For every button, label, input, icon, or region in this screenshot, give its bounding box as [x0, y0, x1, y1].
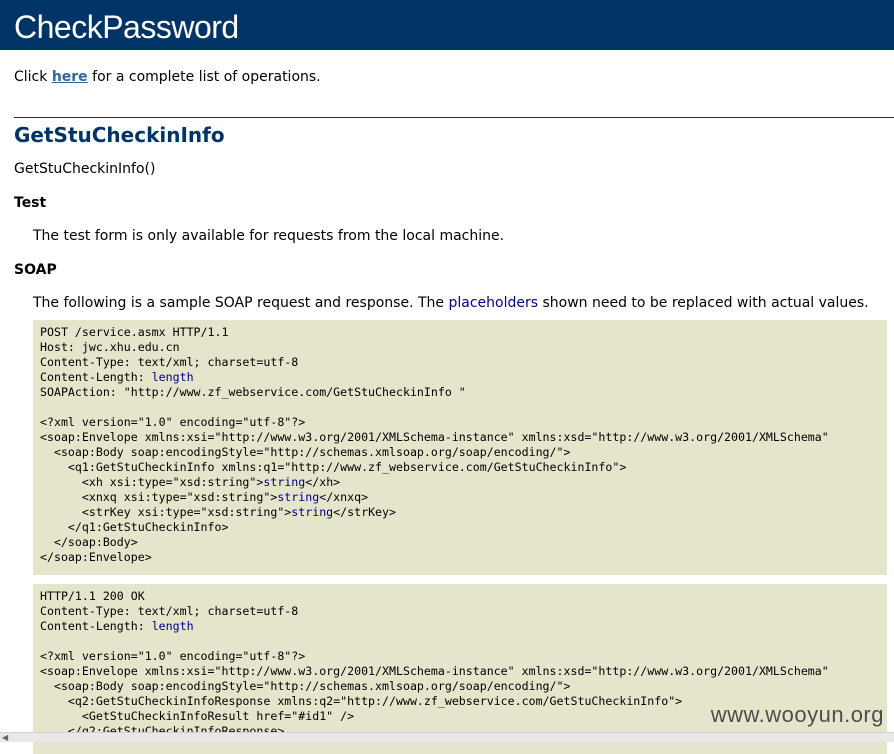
operations-intro: Click here for a complete list of operat…	[14, 69, 894, 85]
request-line: </soap:Envelope>	[40, 550, 152, 564]
intro-prefix: Click	[14, 69, 52, 85]
request-line: <soap:Envelope xmlns:xsi="http://www.w3.…	[40, 430, 829, 444]
scroll-left-arrow-icon[interactable]: ◀	[2, 733, 8, 742]
header-divider	[14, 117, 894, 118]
request-line: <xh xsi:type="xsd:string">string</xh>	[40, 475, 340, 489]
test-notice: The test form is only available for requ…	[33, 228, 505, 244]
service-title: CheckPassword	[14, 9, 239, 45]
request-line: Host: jwc.xhu.edu.cn	[40, 340, 180, 354]
placeholder-value: string	[277, 490, 320, 504]
response-line: HTTP/1.1 200 OK	[40, 589, 145, 603]
code-text: Host: jwc.xhu.edu.cn	[40, 340, 180, 354]
code-text: <q1:GetStuCheckinInfo xmlns:q1="http://w…	[40, 460, 627, 474]
response-line: Content-Type: text/xml; charset=utf-8	[40, 604, 298, 618]
code-text: </xnxq>	[319, 490, 369, 504]
code-text: <soap:Envelope xmlns:xsi="http://www.w3.…	[40, 664, 829, 678]
watermark: www.wooyun.org	[710, 702, 884, 727]
soap-description: The following is a sample SOAP request a…	[33, 295, 894, 311]
code-text: Content-Length:	[40, 370, 152, 384]
soap-response-sample: HTTP/1.1 200 OK Content-Type: text/xml; …	[33, 584, 887, 754]
request-line: POST /service.asmx HTTP/1.1	[40, 325, 228, 339]
horizontal-scrollbar[interactable]: ◀	[0, 732, 894, 742]
code-text: </xh>	[305, 475, 341, 489]
code-text: </soap:Envelope>	[40, 550, 152, 564]
code-text: <xh xsi:type="xsd:string">	[40, 475, 264, 489]
placeholders-term: placeholders	[448, 295, 539, 311]
soap-request-sample: POST /service.asmx HTTP/1.1 Host: jwc.xh…	[33, 320, 887, 575]
code-text: </strKey>	[333, 505, 396, 519]
response-line: Content-Length: length	[40, 619, 194, 633]
placeholder-value: length	[151, 370, 194, 384]
request-line: Content-Type: text/xml; charset=utf-8	[40, 355, 298, 369]
page-header: CheckPassword	[0, 0, 894, 50]
request-line: <xnxq xsi:type="xsd:string">string</xnxq…	[40, 490, 368, 504]
code-text: Content-Type: text/xml; charset=utf-8	[40, 604, 299, 618]
code-text: SOAPAction: "http://www.zf_webservice.co…	[40, 385, 466, 399]
operation-signature: GetStuCheckinInfo()	[14, 161, 156, 177]
request-line: <soap:Body soap:encodingStyle="http://sc…	[40, 445, 571, 459]
request-line: </q1:GetStuCheckinInfo>	[40, 520, 229, 534]
code-text: Content-Length:	[40, 619, 152, 633]
code-text: <strKey xsi:type="xsd:string">	[40, 505, 292, 519]
placeholder-value: length	[151, 619, 194, 633]
code-text: <GetStuCheckinInfoResult href="#id1" />	[40, 709, 355, 723]
request-line: Content-Length: length	[40, 370, 194, 384]
code-text: <soap:Envelope xmlns:xsi="http://www.w3.…	[40, 430, 829, 444]
code-text: <soap:Body soap:encodingStyle="http://sc…	[40, 445, 571, 459]
code-text: </soap:Body>	[40, 535, 138, 549]
main-content: Click here for a complete list of operat…	[0, 69, 894, 754]
code-text: Content-Type: text/xml; charset=utf-8	[40, 355, 299, 369]
code-text: </q1:GetStuCheckinInfo>	[40, 520, 229, 534]
response-line: <soap:Envelope xmlns:xsi="http://www.w3.…	[40, 664, 829, 678]
placeholder-value: string	[263, 475, 306, 489]
response-line: <?xml version="1.0" encoding="utf-8"?>	[40, 649, 305, 663]
operations-list-link[interactable]: here	[52, 69, 88, 85]
request-line: <q1:GetStuCheckinInfo xmlns:q1="http://w…	[40, 460, 626, 474]
request-line: SOAPAction: "http://www.zf_webservice.co…	[40, 385, 466, 399]
code-text: <?xml version="1.0" encoding="utf-8"?>	[40, 649, 306, 663]
placeholder-value: string	[291, 505, 334, 519]
code-text: POST /service.asmx HTTP/1.1	[40, 325, 229, 339]
response-line: <q2:GetStuCheckinInfoResponse xmlns:q2="…	[40, 694, 682, 708]
request-line: </soap:Body>	[40, 535, 138, 549]
intro-suffix: for a complete list of operations.	[87, 69, 321, 85]
code-text: HTTP/1.1 200 OK	[40, 589, 145, 603]
code-text: <soap:Body soap:encodingStyle="http://sc…	[40, 679, 571, 693]
operation-title: GetStuCheckinInfo	[14, 123, 225, 147]
soap-text-after: shown need to be replaced with actual va…	[538, 295, 869, 311]
code-text: <?xml version="1.0" encoding="utf-8"?>	[40, 415, 306, 429]
code-text: <q2:GetStuCheckinInfoResponse xmlns:q2="…	[40, 694, 683, 708]
test-heading: Test	[14, 195, 47, 211]
code-text: <xnxq xsi:type="xsd:string">	[40, 490, 278, 504]
request-line: <strKey xsi:type="xsd:string">string</st…	[40, 505, 396, 519]
request-line: <?xml version="1.0" encoding="utf-8"?>	[40, 415, 305, 429]
response-line: <soap:Body soap:encodingStyle="http://sc…	[40, 679, 571, 693]
soap-text-before: The following is a sample SOAP request a…	[33, 295, 449, 311]
soap-heading: SOAP	[14, 262, 57, 278]
response-line: <GetStuCheckinInfoResult href="#id1" />	[40, 709, 354, 723]
